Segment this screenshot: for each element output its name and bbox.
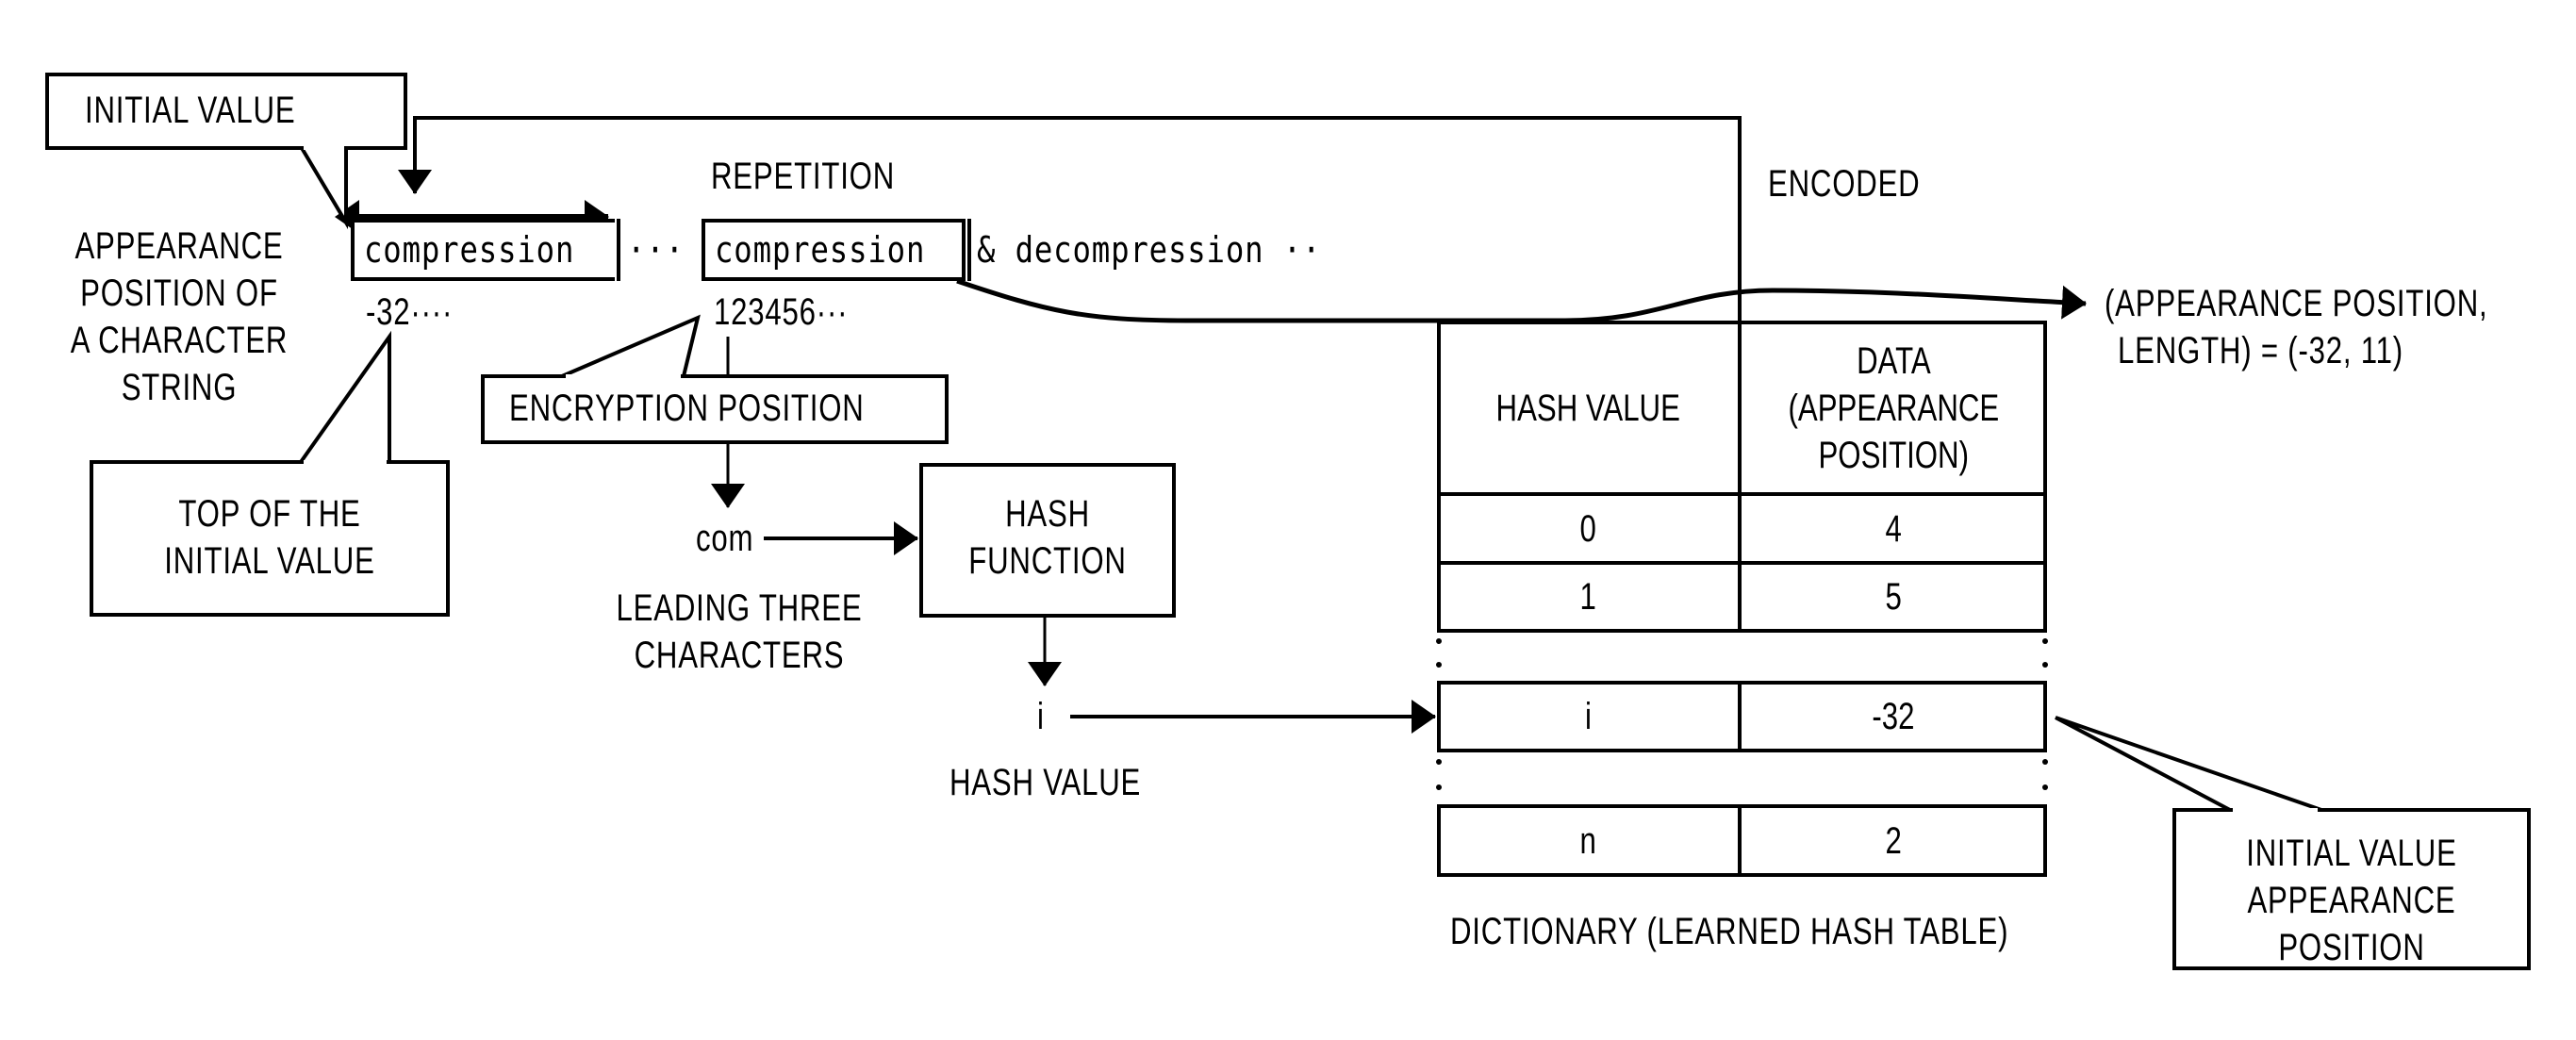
decompression-text: & decompression ·· bbox=[977, 229, 1322, 271]
leading-chars-com: com bbox=[696, 518, 754, 559]
encryption-callout-gap bbox=[566, 374, 681, 379]
top-of-initial-value-text: TOP OF THE INITIAL VALUE bbox=[164, 493, 375, 582]
compression-word-1: compression bbox=[364, 229, 575, 271]
encryption-position-label: ENCRYPTION POSITION bbox=[509, 388, 865, 429]
table-cell-hash: i bbox=[1585, 696, 1592, 737]
repetition-label: REPETITION bbox=[711, 156, 896, 197]
table-cell-hash: 0 bbox=[1579, 507, 1597, 550]
dictionary-caption: DICTIONARY (LEARNED HASH TABLE) bbox=[1450, 911, 2009, 952]
output-curve-arrow bbox=[956, 278, 2087, 323]
leading-three-characters-label: LEADING THREE CHARACTERS bbox=[616, 587, 863, 676]
initial-value-callout-bottom bbox=[45, 146, 304, 150]
hash-function-label: HASH FUNCTION bbox=[968, 493, 1127, 582]
table-header-hash-value: HASH VALUE bbox=[1495, 388, 1681, 429]
hash-output-i: i bbox=[1037, 696, 1045, 737]
position-minus-32: -32···· bbox=[366, 291, 454, 333]
table-cell-data: -32 bbox=[1872, 696, 1915, 737]
appearance-position-label: APPEARANCE POSITION OF A CHARACTER STRIN… bbox=[70, 225, 289, 408]
table-cell-data: 4 bbox=[1885, 507, 1902, 550]
ellipsis-between: ··· bbox=[627, 229, 685, 271]
position-123456: 123456··· bbox=[714, 291, 849, 333]
initial-value-callout-bottom-right bbox=[344, 146, 407, 150]
appearance-callout-pointer bbox=[2055, 716, 2322, 812]
encryption-callout-pointer bbox=[561, 314, 701, 378]
compression-word-2: compression bbox=[715, 229, 926, 271]
top-callout-gap bbox=[304, 460, 387, 465]
appearance-callout-gap bbox=[2233, 808, 2318, 813]
encoded-label: ENCODED bbox=[1768, 163, 1921, 205]
hash-value-label: HASH VALUE bbox=[949, 762, 1142, 803]
table-cell-hash: n bbox=[1579, 819, 1597, 862]
table-cell-data: 5 bbox=[1885, 576, 1902, 618]
table-header-data: DATA (APPEARANCE POSITION) bbox=[1788, 340, 1999, 476]
table-cell-data: 2 bbox=[1885, 819, 1902, 862]
table-cell-hash: 1 bbox=[1579, 576, 1597, 618]
initial-value-callout-pointer bbox=[300, 146, 348, 230]
output-tuple: (APPEARANCE POSITION, LENGTH) = (-32, 11… bbox=[2105, 283, 2488, 371]
initial-value-label: INITIAL VALUE bbox=[85, 90, 296, 131]
initial-value-appearance-position-text: INITIAL VALUE APPEARANCE POSITION bbox=[2246, 833, 2457, 968]
